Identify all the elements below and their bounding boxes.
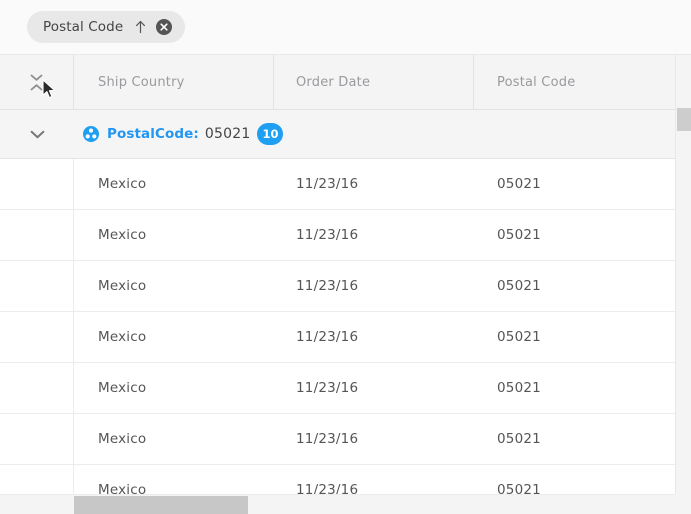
chevron-down-icon[interactable]: [0, 130, 74, 139]
cell-postal-code: 05021: [497, 227, 541, 243]
cell-ship-country: Mexico: [98, 431, 147, 447]
group-circle-icon: [83, 126, 99, 142]
scrollbar-corner: [675, 494, 691, 514]
cell-postal-code: 05021: [497, 278, 541, 294]
column-header-label: Ship Country: [98, 74, 185, 90]
header-indent-cell: [0, 55, 74, 109]
group-row[interactable]: PostalCode: 05021 10: [0, 110, 675, 159]
cell-order-date: 11/23/16: [296, 227, 359, 243]
data-grid: Postal Code Ship Country Order Date Post…: [0, 0, 691, 514]
table-row[interactable]: Mexico 11/23/16 05021: [0, 414, 675, 465]
cell-postal-code: 05021: [497, 329, 541, 345]
column-header-order-date[interactable]: Order Date: [274, 55, 474, 109]
cell-order-date: 11/23/16: [296, 431, 359, 447]
table-row[interactable]: Mexico 11/23/16 05021: [0, 363, 675, 414]
cell-postal-code: 05021: [497, 176, 541, 192]
column-header-ship-country[interactable]: Ship Country: [74, 55, 274, 109]
cell-order-date: 11/23/16: [296, 380, 359, 396]
cell-ship-country: Mexico: [98, 380, 147, 396]
cell-ship-country: Mexico: [98, 227, 147, 243]
collapse-all-icon[interactable]: [27, 74, 47, 91]
arrow-up-icon[interactable]: [134, 20, 147, 34]
row-indent-cell: [0, 465, 74, 494]
table-row[interactable]: Mexico 11/23/16 05021: [0, 159, 675, 210]
row-indent-cell: [0, 312, 74, 362]
grid-header-row: Ship Country Order Date Postal Code: [0, 55, 675, 110]
cell-order-date: 11/23/16: [296, 278, 359, 294]
grid-body: Mexico 11/23/16 05021 Mexico 11/23/16 05…: [0, 159, 675, 494]
group-chip-label: Postal Code: [43, 19, 124, 35]
column-header-postal-code[interactable]: Postal Code: [474, 55, 674, 109]
table-row[interactable]: Mexico 11/23/16 05021: [0, 261, 675, 312]
cell-order-date: 11/23/16: [296, 482, 359, 494]
cell-order-date: 11/23/16: [296, 176, 359, 192]
row-indent-cell: [0, 159, 74, 209]
horizontal-scrollbar[interactable]: [0, 494, 691, 514]
cell-ship-country: Mexico: [98, 482, 147, 494]
cell-postal-code: 05021: [497, 482, 541, 494]
close-icon[interactable]: [156, 19, 173, 35]
row-indent-cell: [0, 414, 74, 464]
vertical-scrollbar-thumb[interactable]: [677, 108, 691, 131]
cell-postal-code: 05021: [497, 431, 541, 447]
row-indent-cell: [0, 210, 74, 260]
group-chip-postal-code[interactable]: Postal Code: [27, 11, 186, 43]
cell-ship-country: Mexico: [98, 329, 147, 345]
cell-ship-country: Mexico: [98, 176, 147, 192]
row-indent-cell: [0, 363, 74, 413]
group-caption: PostalCode: 05021 10: [74, 123, 284, 145]
table-row[interactable]: Mexico 11/23/16 05021: [0, 312, 675, 363]
row-indent-cell: [0, 261, 74, 311]
cell-ship-country: Mexico: [98, 278, 147, 294]
vertical-scrollbar[interactable]: [675, 55, 691, 494]
group-field-name: PostalCode:: [107, 126, 199, 142]
horizontal-scrollbar-thumb[interactable]: [74, 496, 248, 514]
group-by-drop-area[interactable]: Postal Code: [0, 0, 691, 55]
column-header-label: Postal Code: [497, 74, 576, 90]
table-row[interactable]: Mexico 11/23/16 05021: [0, 465, 675, 494]
group-field-value: 05021: [204, 126, 251, 142]
cell-order-date: 11/23/16: [296, 329, 359, 345]
column-header-label: Order Date: [296, 74, 371, 90]
table-row[interactable]: Mexico 11/23/16 05021: [0, 210, 675, 261]
group-count-badge: 10: [257, 123, 284, 145]
cell-postal-code: 05021: [497, 380, 541, 396]
